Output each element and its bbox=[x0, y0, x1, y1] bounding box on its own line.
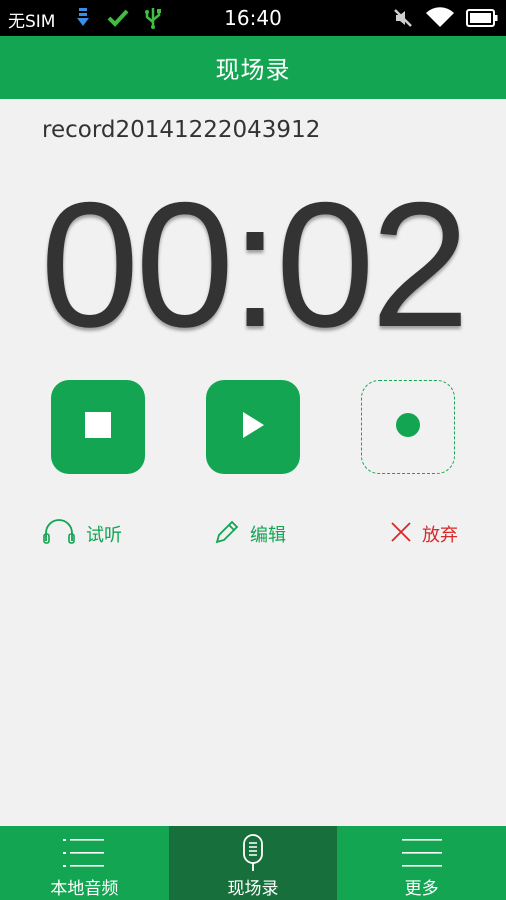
bottom-nav: 本地音频 现场录 更多 bbox=[0, 826, 506, 900]
play-button[interactable] bbox=[206, 380, 300, 474]
nav-label-local-audio: 本地音频 bbox=[50, 879, 119, 899]
title-bar: 现场录 bbox=[0, 36, 506, 99]
close-icon bbox=[390, 521, 412, 548]
edit-label: 编辑 bbox=[250, 525, 286, 546]
nav-item-more[interactable]: 更多 bbox=[337, 826, 506, 900]
nav-item-local-audio[interactable]: 本地音频 bbox=[0, 826, 169, 900]
stop-button[interactable] bbox=[51, 380, 145, 474]
recording-file-name: record20141222043912 bbox=[42, 117, 321, 143]
headphones-icon bbox=[42, 518, 76, 550]
listen-action[interactable]: 试听 bbox=[42, 516, 122, 552]
battery-icon bbox=[466, 9, 498, 31]
record-dot-icon bbox=[395, 412, 421, 442]
menu-icon bbox=[401, 834, 442, 872]
list-icon bbox=[63, 834, 105, 872]
discard-label: 放弃 bbox=[422, 525, 458, 546]
record-button[interactable] bbox=[361, 380, 455, 474]
elapsed-timer: 00:02 bbox=[40, 165, 469, 364]
mute-icon bbox=[393, 8, 413, 32]
nav-item-live-record[interactable]: 现场录 bbox=[168, 826, 338, 900]
discard-action[interactable]: 放弃 bbox=[390, 516, 458, 552]
nav-label-more: 更多 bbox=[404, 879, 439, 899]
status-bar: 无SIM 16:40 bbox=[0, 0, 506, 36]
stop-icon bbox=[85, 412, 111, 442]
wifi-icon bbox=[425, 6, 455, 32]
play-icon bbox=[240, 411, 266, 443]
listen-label: 试听 bbox=[86, 525, 122, 546]
pencil-icon bbox=[214, 519, 240, 550]
microphone-icon bbox=[240, 834, 266, 872]
edit-action[interactable]: 编辑 bbox=[214, 516, 286, 552]
page-title: 现场录 bbox=[215, 56, 291, 84]
nav-label-live-record: 现场录 bbox=[227, 879, 279, 899]
